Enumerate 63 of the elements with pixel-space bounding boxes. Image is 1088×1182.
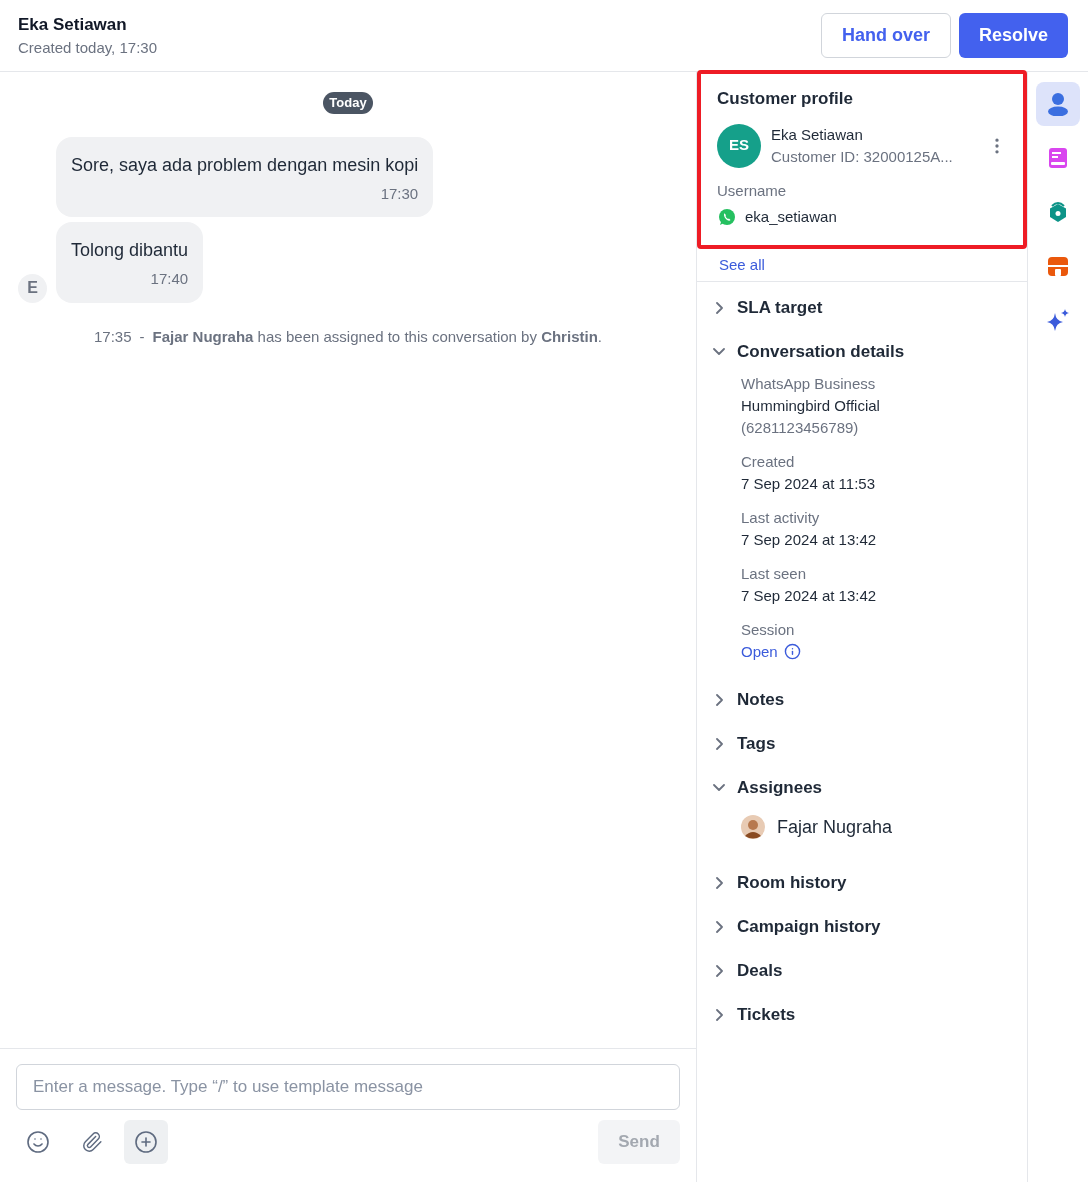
hand-over-button[interactable]: Hand over [820, 13, 951, 58]
section-header[interactable]: Tickets [697, 992, 1027, 1037]
section-header[interactable]: SLA target [697, 285, 1027, 330]
field-value: (6281123456789) [741, 417, 860, 438]
date-badge: Today [323, 92, 373, 114]
field-label: Created [741, 451, 796, 472]
chevron-down-icon [713, 348, 725, 355]
section-header[interactable]: Assignees [697, 765, 1027, 810]
field-label: WhatsApp Business [741, 373, 877, 394]
badge-icon [1048, 200, 1068, 224]
field-label: Session [741, 619, 796, 640]
message-text: Sore, saya ada problem dengan mesin kopi [71, 153, 419, 177]
avatar-icon [741, 815, 765, 839]
chevron-right-icon [715, 301, 723, 314]
field-label: Last seen [741, 563, 808, 584]
customer-id: Customer ID: 32000125A... [771, 146, 954, 167]
whatsapp-icon [717, 207, 737, 228]
message-text: Tolong dibantu [71, 239, 189, 262]
session-link[interactable]: Open [741, 641, 778, 662]
section-header[interactable]: Deals [697, 948, 1027, 993]
chevron-right-icon [715, 737, 723, 750]
chevron-right-icon [715, 964, 723, 977]
section-header[interactable]: Notes [697, 677, 1027, 722]
store-icon [1047, 255, 1069, 277]
created-time: Created today, 17:30 [18, 38, 157, 58]
paperclip-icon [81, 1131, 103, 1153]
username-label: Username [717, 180, 788, 201]
message-input[interactable]: Enter a message. Type “/” to use template message [16, 1064, 680, 1110]
event-time: 17:35 [94, 326, 132, 347]
plus-icon [134, 1130, 158, 1154]
plus-button[interactable] [124, 1120, 168, 1164]
see-all-link[interactable]: See all [719, 255, 765, 273]
event-separator: - [139, 326, 145, 347]
profile-title: Customer profile [717, 88, 855, 110]
emoji-icon [26, 1130, 50, 1154]
message-time: 17:30 [380, 183, 419, 204]
chevron-right-icon [715, 876, 723, 889]
message-time: 17:40 [150, 269, 189, 289]
field-value: 7 Sep 2024 at 13:42 [741, 529, 878, 550]
chevron-right-icon [715, 920, 723, 933]
customer-avatar: ES [717, 123, 761, 168]
notebook-icon [1048, 147, 1068, 169]
customer-name: Eka Setiawan [771, 124, 864, 145]
field-value: 7 Sep 2024 at 11:53 [741, 473, 876, 494]
username: eka_setiawan [745, 207, 837, 227]
field-value: Hummingbird Official [741, 395, 881, 416]
field-value: 7 Sep 2024 at 13:42 [741, 585, 878, 606]
section-header[interactable]: Room history [697, 860, 1027, 905]
chevron-right-icon [715, 1008, 723, 1021]
person-icon [1047, 92, 1069, 116]
contact-name: Eka Setiawan [18, 13, 128, 36]
sender-avatar: E [18, 273, 47, 303]
section-header[interactable]: Tags [697, 721, 1027, 766]
person-tab[interactable] [1036, 82, 1080, 126]
assignee-name: Fajar Nugraha [777, 815, 893, 839]
chevron-right-icon [715, 693, 723, 706]
event-text: Fajar Nugraha has been assigned to this conversation by Christin. [152, 326, 602, 347]
info-icon [783, 643, 801, 660]
field-label: Last activity [741, 507, 821, 528]
section-header[interactable]: Conversation details [697, 329, 1027, 374]
resolve-button[interactable]: Resolve [958, 13, 1068, 58]
chevron-down-icon [713, 784, 725, 791]
section-header[interactable]: Campaign history [697, 904, 1027, 949]
